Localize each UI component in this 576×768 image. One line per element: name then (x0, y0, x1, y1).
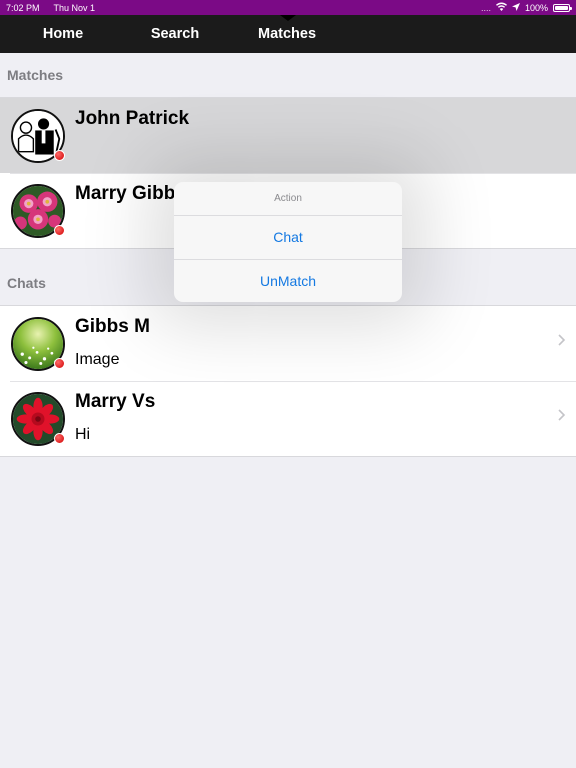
wifi-icon (495, 2, 507, 13)
avatar (11, 184, 65, 238)
avatar (11, 317, 65, 371)
signal-indicator: .... (480, 2, 491, 13)
chat-last-message: Image (75, 351, 120, 368)
list-item[interactable]: Gibbs M Image (0, 306, 576, 381)
offline-status-dot (54, 150, 65, 161)
matches-section-header: Matches (7, 67, 64, 83)
battery-percent: 100% (524, 2, 548, 13)
chat-name: Marry Vs (75, 391, 156, 412)
chats-list: Gibbs M Image Marry Vs Hi (0, 305, 576, 457)
match-name: Marry Gibb (75, 183, 176, 204)
nav-bar: Home Search Matches (0, 15, 576, 53)
list-item[interactable]: Marry Vs Hi (0, 381, 576, 456)
chats-section-header: Chats (7, 275, 46, 291)
battery-icon (553, 3, 572, 12)
avatar (11, 392, 65, 446)
chat-name: Gibbs M (75, 316, 150, 337)
status-date: Thu Nov 1 (53, 2, 96, 13)
chat-button[interactable]: Chat (174, 216, 402, 259)
offline-status-dot (54, 358, 65, 369)
list-item[interactable]: John Patrick (0, 98, 576, 173)
match-name: John Patrick (75, 108, 190, 129)
status-time: 7:02 PM (6, 2, 40, 13)
action-sheet-popover: Action Chat UnMatch (174, 182, 402, 302)
selected-tab-indicator (280, 15, 296, 21)
tab-home[interactable]: Home (7, 15, 119, 53)
offline-status-dot (54, 225, 65, 236)
location-arrow-icon (511, 2, 520, 13)
action-sheet-title: Action (174, 182, 402, 216)
offline-status-dot (54, 433, 65, 444)
unmatch-button[interactable]: UnMatch (174, 259, 402, 302)
chevron-right-icon (558, 408, 566, 426)
status-bar: 7:02 PM Thu Nov 1 .... 100% (0, 0, 576, 15)
tab-search[interactable]: Search (119, 15, 231, 53)
chevron-right-icon (558, 333, 566, 351)
avatar (11, 109, 65, 163)
chat-last-message: Hi (75, 426, 91, 443)
